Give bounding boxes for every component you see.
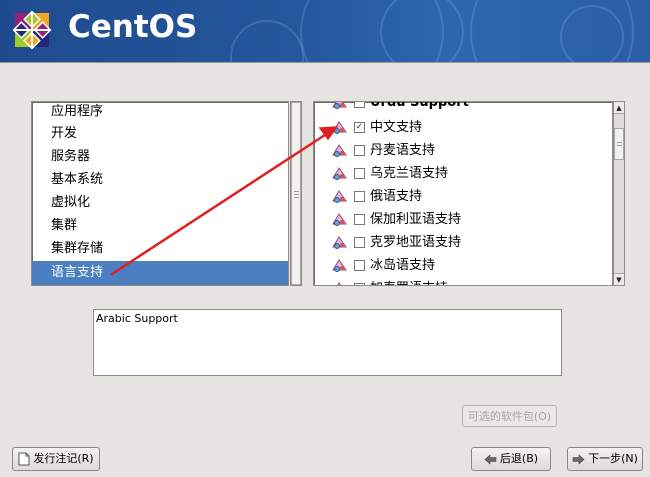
package-group-icon bbox=[332, 144, 347, 157]
package-row[interactable]: 加泰罗语支持 bbox=[314, 277, 612, 285]
next-label: 下一步(N) bbox=[588, 452, 638, 465]
package-checkbox[interactable] bbox=[354, 283, 365, 285]
package-row[interactable]: 冰岛语支持 bbox=[314, 254, 612, 277]
category-item-development[interactable]: 开发 bbox=[32, 123, 288, 145]
package-row[interactable]: Urdu Support bbox=[314, 101, 612, 114]
package-checkbox[interactable] bbox=[354, 214, 365, 225]
package-label: 中文支持 bbox=[370, 120, 423, 135]
package-checkbox[interactable] bbox=[354, 145, 365, 156]
package-row[interactable]: 乌克兰语支持 bbox=[314, 162, 612, 185]
scroll-up-button[interactable]: ▲ bbox=[614, 102, 624, 114]
package-checkbox[interactable] bbox=[354, 260, 365, 271]
category-list[interactable]: 应用程序 开发 服务器 基本系统 虚拟化 集群 集群存储 语言支持 bbox=[31, 101, 289, 286]
package-group-icon bbox=[332, 167, 347, 180]
package-group-icon bbox=[332, 121, 347, 134]
package-checkbox[interactable] bbox=[354, 168, 365, 179]
package-group-icon bbox=[332, 213, 347, 226]
package-list-scrollbar[interactable]: ▲ ▼ bbox=[613, 101, 625, 286]
package-row[interactable]: ✓ 中文支持 bbox=[314, 116, 612, 139]
centos-logo-icon bbox=[12, 10, 52, 50]
package-checkbox[interactable] bbox=[354, 102, 365, 108]
package-label: 克罗地亚语支持 bbox=[370, 235, 462, 250]
back-arrow-icon bbox=[484, 453, 497, 465]
package-label: 保加利亚语支持 bbox=[370, 212, 462, 227]
package-group-icon bbox=[337, 282, 342, 285]
package-group-icon bbox=[332, 190, 347, 203]
optional-packages-button[interactable]: 可选的软件包(O) bbox=[462, 405, 557, 427]
next-button[interactable]: 下一步(N) bbox=[567, 447, 643, 471]
category-item-virtualization[interactable]: 虚拟化 bbox=[32, 192, 288, 214]
package-label: 加泰罗语支持 bbox=[370, 277, 448, 285]
release-notes-button[interactable]: 发行注记(R) bbox=[12, 447, 100, 471]
package-scroll-thumb[interactable] bbox=[614, 128, 624, 160]
package-group-icon bbox=[332, 236, 347, 249]
scroll-down-button[interactable]: ▼ bbox=[614, 273, 624, 285]
package-label: 冰岛语支持 bbox=[370, 258, 436, 273]
back-button[interactable]: 后退(B) bbox=[471, 447, 551, 471]
package-description: Arabic Support bbox=[93, 309, 562, 376]
back-label: 后退(B) bbox=[499, 452, 539, 465]
package-row[interactable]: 克罗地亚语支持 bbox=[314, 231, 612, 254]
package-checkbox[interactable] bbox=[354, 191, 365, 202]
package-row[interactable]: 俄语支持 bbox=[314, 185, 612, 208]
package-label: 丹麦语支持 bbox=[370, 143, 436, 158]
package-label: Urdu Support bbox=[370, 101, 469, 110]
category-item-clustering[interactable]: 集群 bbox=[32, 215, 288, 237]
category-scroll-thumb[interactable] bbox=[291, 102, 301, 285]
package-list[interactable]: Urdu Support ✓ 中文支持 丹麦语支持 乌克兰语支持 俄语支持 保加… bbox=[313, 101, 613, 286]
package-checkbox[interactable] bbox=[354, 237, 365, 248]
package-label: 乌克兰语支持 bbox=[370, 166, 449, 181]
package-row[interactable]: 丹麦语支持 bbox=[314, 139, 612, 162]
header-banner: CentOS bbox=[0, 0, 650, 62]
brand-name: CentOS bbox=[68, 9, 198, 45]
category-item-cluster-storage[interactable]: 集群存储 bbox=[32, 238, 288, 260]
package-label: 俄语支持 bbox=[370, 189, 423, 204]
package-row[interactable]: 保加利亚语支持 bbox=[314, 208, 612, 231]
category-item-applications[interactable]: 应用程序 bbox=[32, 102, 288, 123]
package-checkbox-checked[interactable]: ✓ bbox=[354, 122, 365, 133]
package-group-icon bbox=[332, 259, 347, 272]
forward-arrow-icon bbox=[572, 453, 585, 465]
category-item-servers[interactable]: 服务器 bbox=[32, 146, 288, 168]
category-item-base-system[interactable]: 基本系统 bbox=[32, 169, 288, 191]
banner-divider bbox=[0, 62, 650, 63]
document-icon bbox=[18, 452, 30, 466]
category-list-scrollbar[interactable] bbox=[290, 101, 302, 286]
release-notes-label: 发行注记(R) bbox=[33, 452, 94, 465]
package-group-icon bbox=[332, 102, 347, 109]
category-item-languages[interactable]: 语言支持 bbox=[32, 261, 288, 285]
